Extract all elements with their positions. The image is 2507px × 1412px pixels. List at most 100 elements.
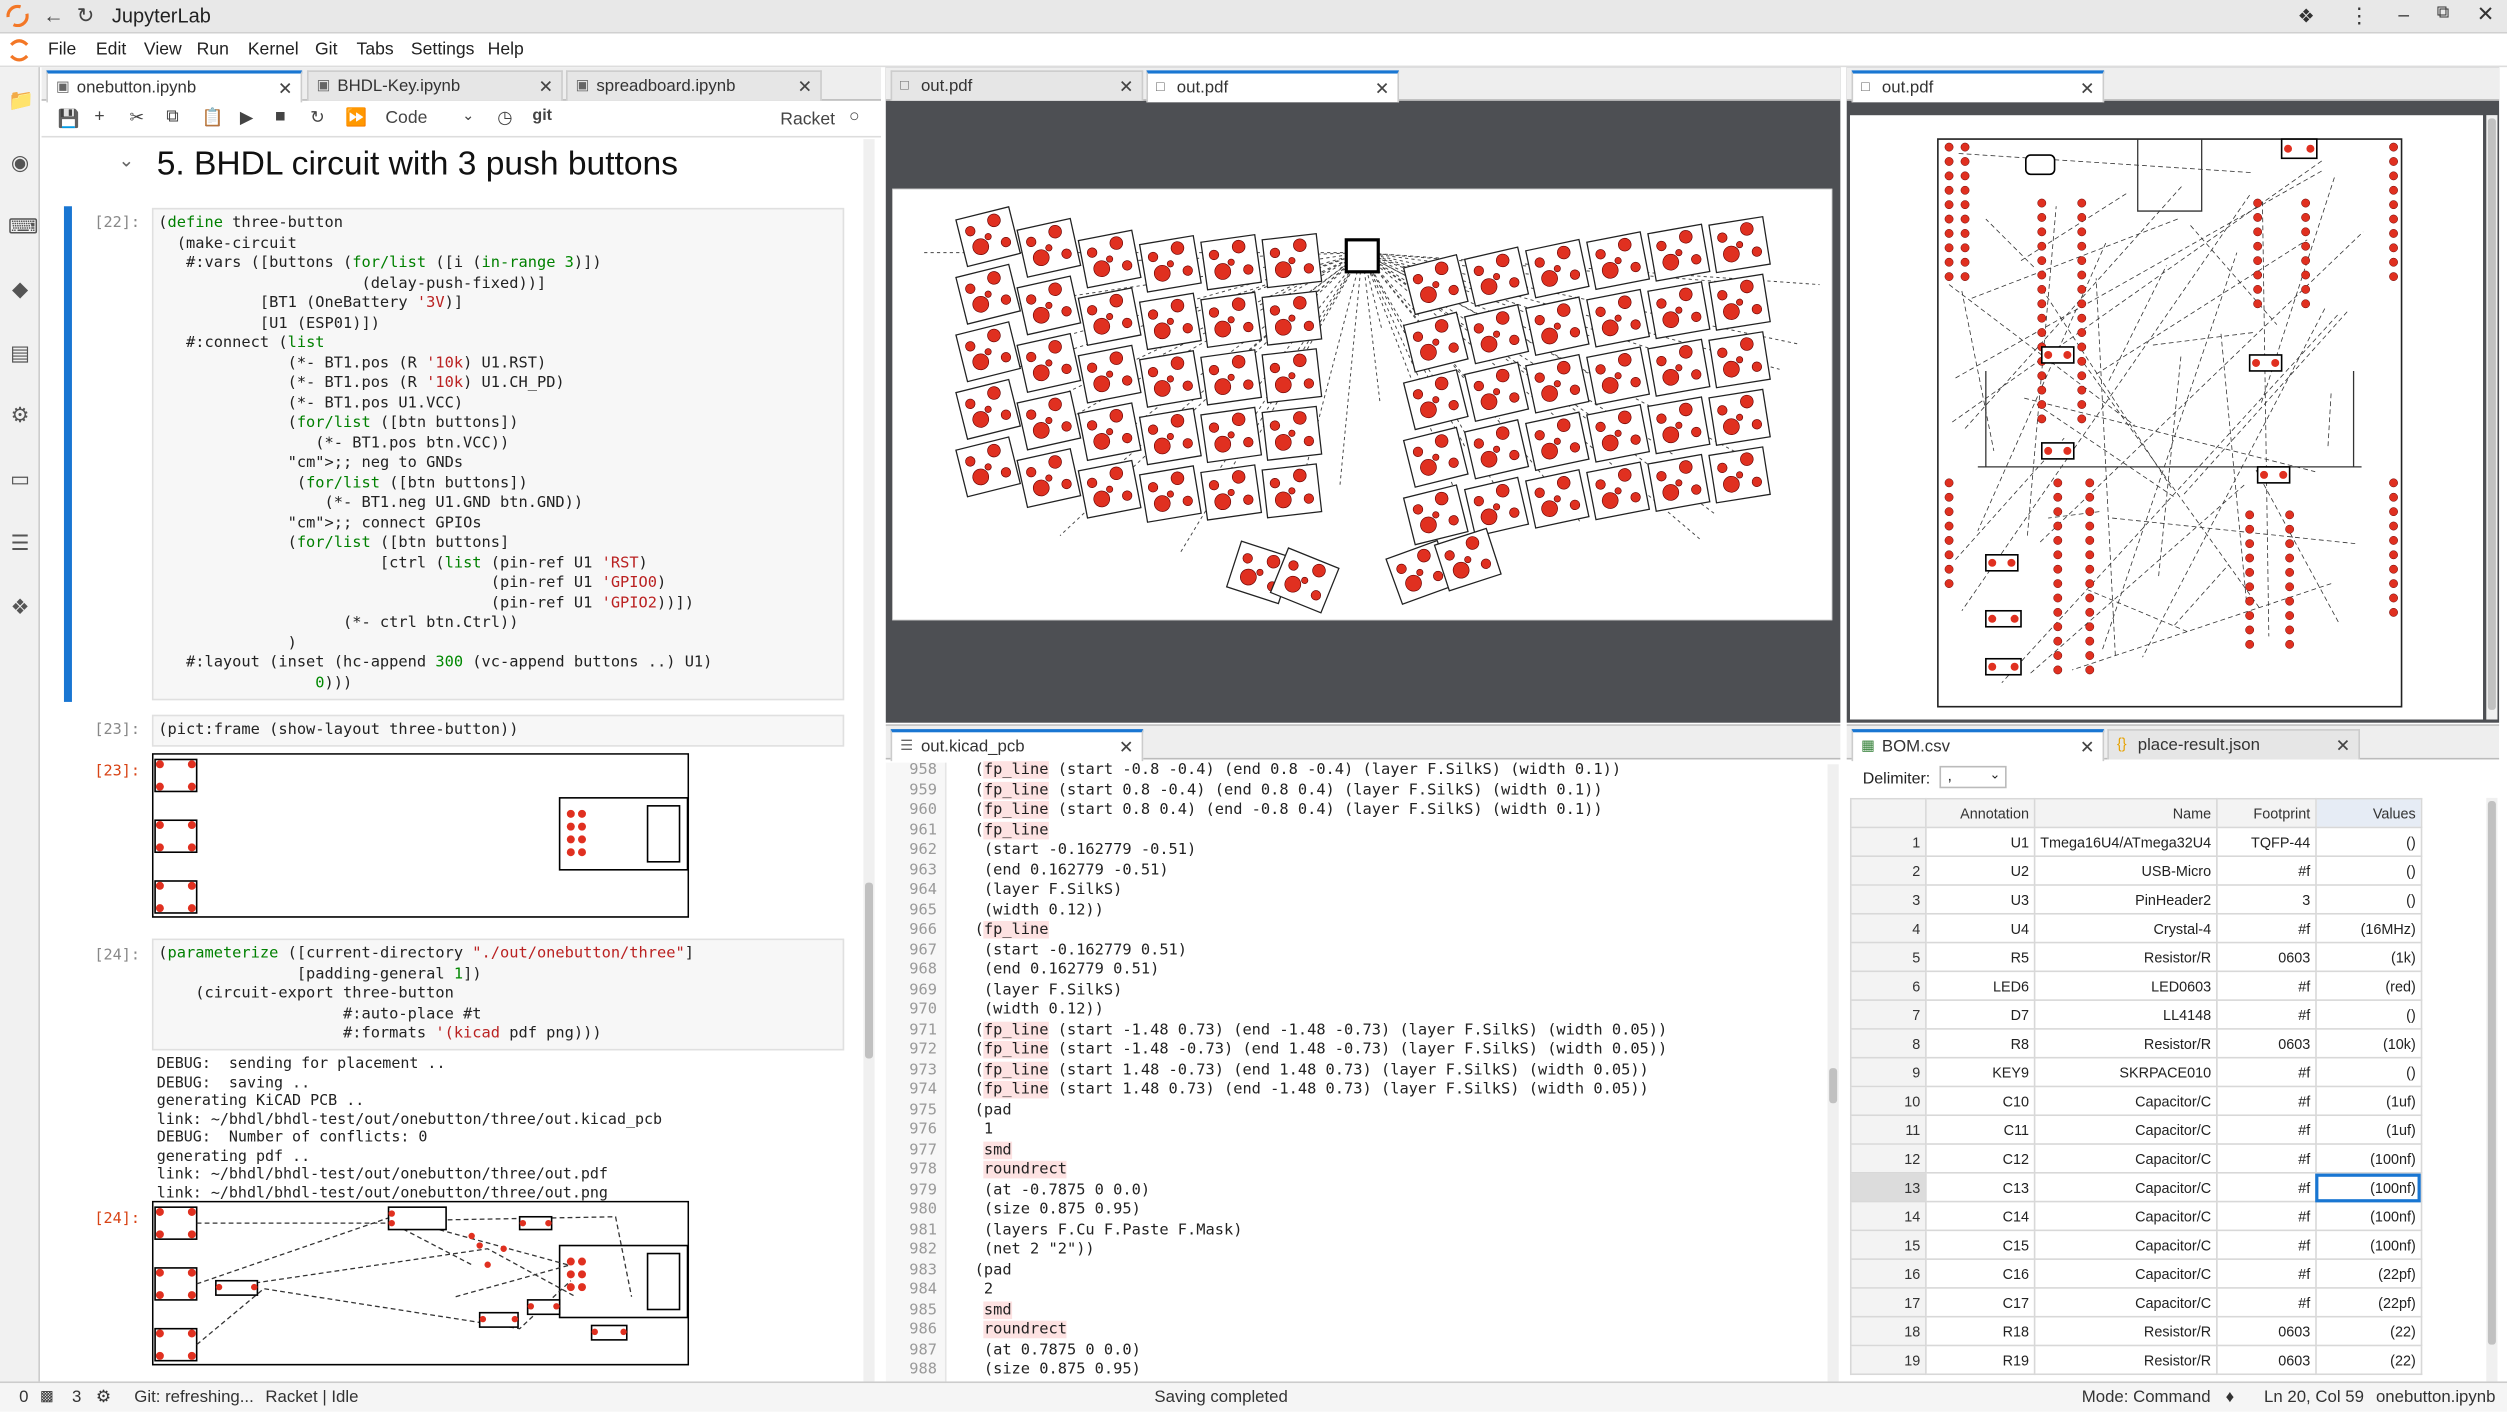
table-cell[interactable]: (22) bbox=[2315, 1315, 2423, 1347]
folder-icon[interactable]: 📁 bbox=[8, 88, 34, 112]
pdf-right-scrollbar[interactable] bbox=[2486, 115, 2498, 720]
git-icon[interactable]: ◆ bbox=[8, 277, 32, 301]
fast-forward-icon[interactable]: ⏩ bbox=[345, 107, 367, 128]
table-row[interactable]: 5 R5 Resistor/R 0603 (1k) bbox=[1849, 941, 2423, 973]
clock-icon[interactable]: ◷ bbox=[497, 107, 512, 128]
table-cell[interactable]: (100nf) bbox=[2315, 1171, 2423, 1203]
paste-icon[interactable]: 📋 bbox=[201, 107, 223, 128]
close-icon[interactable]: ✕ bbox=[2477, 2, 2494, 28]
table-cell[interactable]: #f bbox=[2215, 1171, 2317, 1203]
close-tab-icon[interactable]: ✕ bbox=[1119, 737, 1134, 758]
tab-out-pdf-2[interactable]: □ out.pdf ✕ bbox=[1146, 70, 1400, 103]
table-cell[interactable]: 0603 bbox=[2215, 1028, 2317, 1059]
close-tab-icon[interactable]: ✕ bbox=[538, 77, 553, 97]
more-icon[interactable]: ⋮ bbox=[2349, 3, 2370, 29]
commands-icon[interactable]: ⌨ bbox=[8, 214, 38, 238]
bom-grid[interactable]: Annotation Name Footprint Values 1 U1 Tmega16… bbox=[1849, 797, 2486, 1383]
tab-place-result[interactable]: {} place-result.json ✕ bbox=[2107, 729, 2360, 760]
table-cell[interactable]: LED6 bbox=[1925, 970, 2036, 1001]
table-cell[interactable]: () bbox=[2315, 884, 2423, 915]
menu-view[interactable]: View bbox=[144, 40, 182, 59]
table-cell[interactable]: (10k) bbox=[2315, 1028, 2423, 1059]
settings-gear-icon[interactable]: ⚙ bbox=[96, 1388, 111, 1407]
toc-icon[interactable]: ☰ bbox=[8, 531, 32, 555]
table-cell[interactable]: () bbox=[2315, 826, 2423, 858]
table-cell[interactable]: C10 bbox=[1925, 1085, 2036, 1117]
table-cell[interactable]: KEY9 bbox=[1925, 1056, 2036, 1088]
collapse-chevron-icon[interactable]: ⌄ bbox=[118, 149, 134, 171]
table-cell[interactable]: (1uf) bbox=[2315, 1114, 2423, 1145]
table-cell[interactable]: Resistor/R bbox=[2033, 1315, 2218, 1347]
table-cell[interactable]: C14 bbox=[1925, 1200, 2036, 1232]
table-cell[interactable]: C11 bbox=[1925, 1114, 2036, 1145]
kicad-scrollbar[interactable] bbox=[1827, 764, 1839, 1382]
table-row[interactable]: 3 U3 PinHeader2 3() bbox=[1849, 884, 2423, 915]
menu-run[interactable]: Run bbox=[197, 40, 229, 59]
table-cell[interactable]: #f bbox=[2215, 1114, 2317, 1145]
table-row[interactable]: 10 C10 Capacitor/C #f (1uf) bbox=[1849, 1085, 2423, 1117]
table-cell[interactable]: 0603 bbox=[2215, 941, 2317, 973]
bom-scrollbar[interactable] bbox=[2486, 797, 2498, 1384]
table-cell[interactable]: (22) bbox=[2315, 1344, 2423, 1376]
kernel-name[interactable]: Racket bbox=[780, 110, 835, 129]
table-cell[interactable]: #f bbox=[2215, 1056, 2317, 1088]
table-cell[interactable]: Capacitor/C bbox=[2033, 1143, 2218, 1174]
table-row[interactable]: 18 R18 Resistor/R 0603 (22) bbox=[1849, 1315, 2423, 1347]
close-tab-icon[interactable]: ✕ bbox=[1375, 78, 1390, 99]
table-cell[interactable]: (1uf) bbox=[2315, 1085, 2423, 1117]
table-cell[interactable]: C12 bbox=[1925, 1143, 2036, 1174]
tab-bom-csv[interactable]: ▦ BOM.csv ✕ bbox=[1851, 729, 2105, 762]
menu-git[interactable]: Git bbox=[315, 40, 337, 59]
menu-tabs[interactable]: Tabs bbox=[357, 40, 394, 59]
table-cell[interactable]: #f bbox=[2215, 1258, 2317, 1289]
table-cell[interactable]: U1 bbox=[1925, 826, 2036, 858]
table-cell[interactable]: Resistor/R bbox=[2033, 941, 2218, 973]
close-tab-icon[interactable]: ✕ bbox=[2080, 78, 2095, 99]
git-button[interactable]: git bbox=[532, 107, 552, 125]
table-cell[interactable]: USB-Micro bbox=[2033, 855, 2218, 886]
menu-help[interactable]: Help bbox=[488, 40, 524, 59]
close-tab-icon[interactable]: ✕ bbox=[1119, 77, 1134, 97]
kicad-code-view[interactable]: 958 (fp_line (start -0.8 -0.4) (end 0.8 … bbox=[886, 761, 1829, 1381]
close-tab-icon[interactable]: ✕ bbox=[798, 77, 813, 97]
close-tab-icon[interactable]: ✕ bbox=[278, 78, 293, 99]
table-cell[interactable]: (100nf) bbox=[2315, 1200, 2423, 1232]
table-cell[interactable]: (16MHz) bbox=[2315, 912, 2423, 944]
table-cell[interactable]: Tmega16U4/ATmega32U4 bbox=[2033, 826, 2218, 858]
table-cell[interactable]: Capacitor/C bbox=[2033, 1114, 2218, 1145]
table-cell[interactable]: SKRPACE010 bbox=[2033, 1056, 2218, 1088]
table-cell[interactable]: Capacitor/C bbox=[2033, 1287, 2218, 1318]
table-cell[interactable]: R18 bbox=[1925, 1315, 2036, 1347]
git-status[interactable]: Git: refreshing... bbox=[134, 1388, 253, 1407]
property-icon[interactable]: ▤ bbox=[8, 341, 32, 365]
table-row[interactable]: 2 U2 USB-Micro #f() bbox=[1849, 855, 2423, 886]
table-row[interactable]: 1 U1 Tmega16U4/ATmega32U4 TQFP-44() bbox=[1849, 826, 2423, 858]
table-cell[interactable]: PinHeader2 bbox=[2033, 884, 2218, 915]
table-row[interactable]: 11 C11 Capacitor/C #f (1uf) bbox=[1849, 1114, 2423, 1145]
table-row[interactable]: 7 D7 LL4148 #f() bbox=[1849, 999, 2423, 1030]
tab-bhdl-key[interactable]: ▣ BHDL-Key.ipynb ✕ bbox=[306, 70, 563, 101]
table-cell[interactable]: Capacitor/C bbox=[2033, 1085, 2218, 1117]
restart-icon[interactable]: ↻ bbox=[310, 107, 325, 128]
menu-settings[interactable]: Settings bbox=[411, 40, 475, 59]
bell-icon[interactable]: ♦ bbox=[2226, 1388, 2235, 1407]
running-icon[interactable]: ◉ bbox=[8, 150, 32, 174]
table-cell[interactable]: (1k) bbox=[2315, 941, 2423, 973]
tabs-icon[interactable]: ▭ bbox=[8, 467, 32, 491]
table-cell[interactable]: () bbox=[2315, 855, 2423, 886]
table-cell[interactable]: (100nf) bbox=[2315, 1229, 2423, 1260]
back-arrow-icon[interactable]: ← bbox=[43, 3, 64, 27]
table-cell[interactable]: #f bbox=[2215, 1287, 2317, 1318]
chevron-down-icon[interactable]: ⌄ bbox=[462, 107, 474, 125]
tab-spreadboard[interactable]: ▣ spreadboard.ipynb ✕ bbox=[566, 70, 822, 101]
table-cell[interactable]: Resistor/R bbox=[2033, 1344, 2218, 1376]
minimize-icon[interactable]: – bbox=[2398, 3, 2409, 25]
table-cell[interactable]: TQFP-44 bbox=[2215, 826, 2317, 858]
table-cell[interactable]: R19 bbox=[1925, 1344, 2036, 1376]
code-editor[interactable]: (pict:frame (show-layout three-button)) bbox=[158, 721, 518, 741]
table-cell[interactable]: #f bbox=[2215, 855, 2317, 886]
table-cell[interactable]: U3 bbox=[1925, 884, 2036, 915]
table-cell[interactable]: LL4148 bbox=[2033, 999, 2218, 1030]
table-cell[interactable]: R8 bbox=[1925, 1028, 2036, 1059]
table-row[interactable]: 6 LED6 LED0603 #f (red) bbox=[1849, 970, 2423, 1001]
